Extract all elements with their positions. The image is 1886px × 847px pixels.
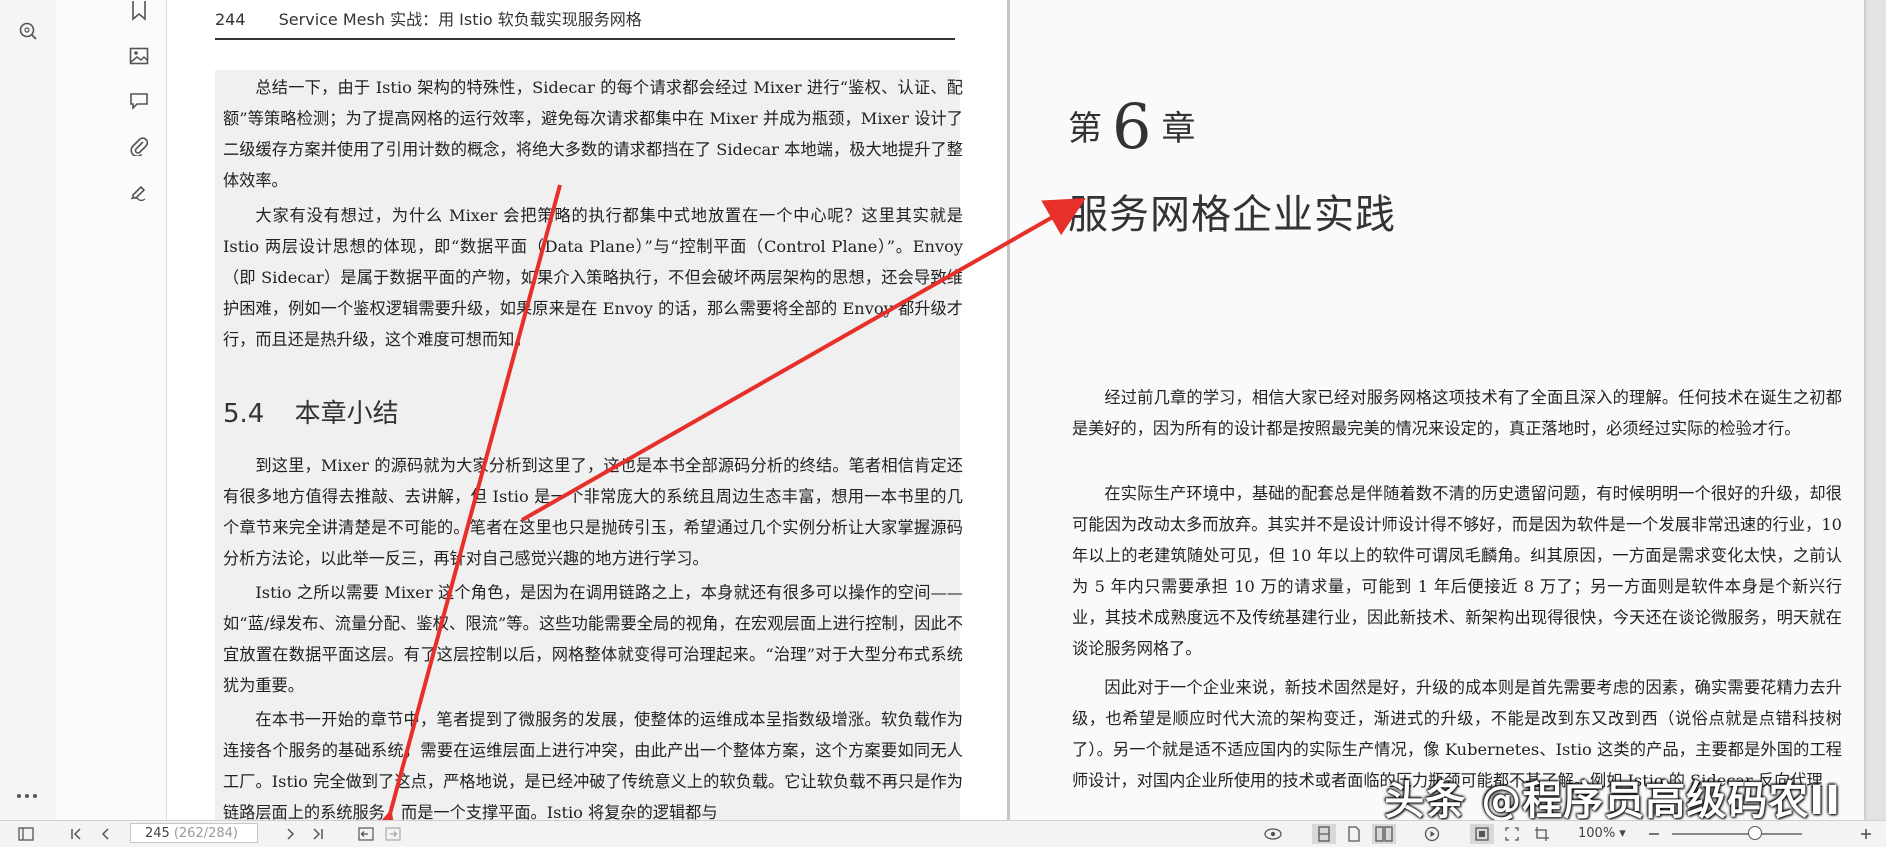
- chapter-prefix: 第: [1068, 109, 1102, 149]
- paragraph: 大家有没有想过，为什么 Mixer 会把策略的执行都集中式地放置在一个中心呢？这…: [223, 206, 963, 349]
- sidebar-toggle-icon[interactable]: [16, 824, 36, 844]
- paragraph: 在实际生产环境中，基础的配套总是伴随着数不清的历史遗留问题，有时候明明一个很好的…: [1072, 484, 1842, 658]
- zoom-in-icon[interactable]: [1858, 824, 1874, 844]
- continuous-view-icon[interactable]: [1342, 824, 1366, 844]
- left-rail: [0, 0, 57, 820]
- paragraph: 经过前几章的学习，相信大家已经对服务网格这项技术有了全面且深入的理解。任何技术在…: [1072, 388, 1842, 438]
- page-number: 244: [215, 10, 246, 29]
- zoom-out-icon[interactable]: [1646, 824, 1662, 844]
- right-page: 第6章 服务网格企业实践 经过前几章的学习，相信大家已经对服务网格这项技术有了全…: [1010, 0, 1864, 820]
- left-page: 244 Service Mesh 实战：用 Istio 软负载实现服务网格 总结…: [167, 0, 1007, 820]
- crop-icon[interactable]: [1530, 824, 1554, 844]
- image-icon[interactable]: [128, 45, 150, 67]
- section-title: 本章小结: [294, 399, 399, 429]
- first-page-icon[interactable]: [68, 824, 86, 844]
- search-zoom-icon[interactable]: [17, 20, 39, 42]
- section-number: 5.4: [223, 399, 265, 429]
- running-head: 244 Service Mesh 实战：用 Istio 软负载实现服务网格: [215, 6, 955, 40]
- fit-width-icon[interactable]: [1500, 824, 1524, 844]
- comment-icon[interactable]: [128, 90, 150, 112]
- signature-icon[interactable]: [128, 180, 150, 202]
- more-icon[interactable]: [16, 785, 38, 807]
- book-title: Service Mesh 实战：用 Istio 软负载实现服务网格: [278, 10, 642, 29]
- paragraph: 总结一下，由于 Istio 架构的特殊性，Sidecar 的每个请求都会经过 M…: [223, 78, 963, 190]
- panel-rail: [17, 0, 167, 820]
- fit-page-icon[interactable]: [1470, 824, 1494, 844]
- document-viewer[interactable]: 244 Service Mesh 实战：用 Istio 软负载实现服务网格 总结…: [167, 0, 1886, 820]
- eye-protect-icon[interactable]: [1262, 824, 1284, 844]
- prev-page-icon[interactable]: [96, 824, 114, 844]
- page-number-input[interactable]: 245 (262/284): [130, 823, 258, 843]
- play-icon[interactable]: [1420, 824, 1444, 844]
- chapter-suffix: 章: [1161, 109, 1196, 149]
- chapter-number: 6: [1112, 90, 1152, 163]
- paragraph: Istio 之所以需要 Mixer 这个角色，是因为在调用链路之上，本身就还有很…: [223, 583, 963, 695]
- paragraph: 到这里，Mixer 的源码就为大家分析到这里了，这也是本书全部源码分析的终结。笔…: [223, 456, 963, 568]
- chapter-label: 第6章: [1068, 90, 1195, 163]
- forward-icon[interactable]: [383, 824, 403, 844]
- bookmark-icon[interactable]: [128, 0, 150, 22]
- bottom-toolbar: 245 (262/284) 100% ▾: [0, 820, 1886, 847]
- dual-page-view-icon[interactable]: [1372, 824, 1396, 844]
- back-icon[interactable]: [356, 824, 376, 844]
- paragraph: 在本书一开始的章节中，笔者提到了微服务的发展，使整体的运维成本呈指数级增涨。软负…: [223, 710, 963, 820]
- single-page-view-icon[interactable]: [1312, 824, 1336, 844]
- zoom-dropdown[interactable]: 100% ▾: [1578, 826, 1626, 841]
- page-total: (262/284): [173, 825, 238, 841]
- zoom-level: 100%: [1578, 826, 1616, 841]
- next-page-icon[interactable]: [282, 824, 300, 844]
- attachment-icon[interactable]: [128, 135, 150, 157]
- last-page-icon[interactable]: [308, 824, 326, 844]
- current-page: 245: [145, 825, 170, 841]
- zoom-slider-track[interactable]: [1672, 833, 1802, 835]
- chapter-title: 服务网格企业实践: [1068, 192, 1396, 238]
- zoom-slider-knob[interactable]: [1748, 826, 1762, 840]
- section-heading: 5.4 本章小结: [223, 393, 399, 430]
- watermark: 头条 @程序员高级码农II: [1384, 778, 1841, 820]
